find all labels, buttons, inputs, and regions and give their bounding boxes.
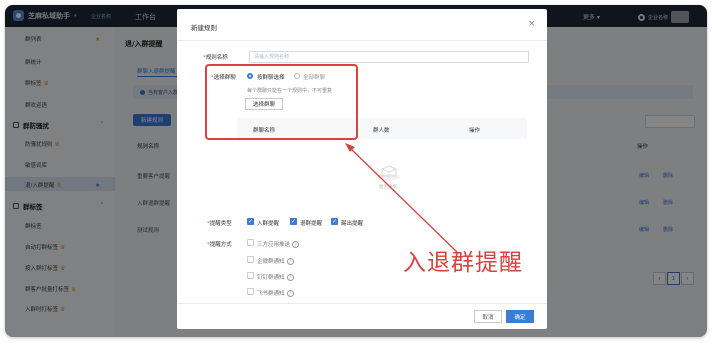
app-window: 芝麻私域助手 ▾ 企业名称 工作台 更多 ▾ 企业名称 群列表 ★ 群统计 群标签…: [5, 5, 707, 337]
annotation-arrow: [345, 143, 458, 253]
callout-text: 入退群提醒: [403, 250, 523, 276]
